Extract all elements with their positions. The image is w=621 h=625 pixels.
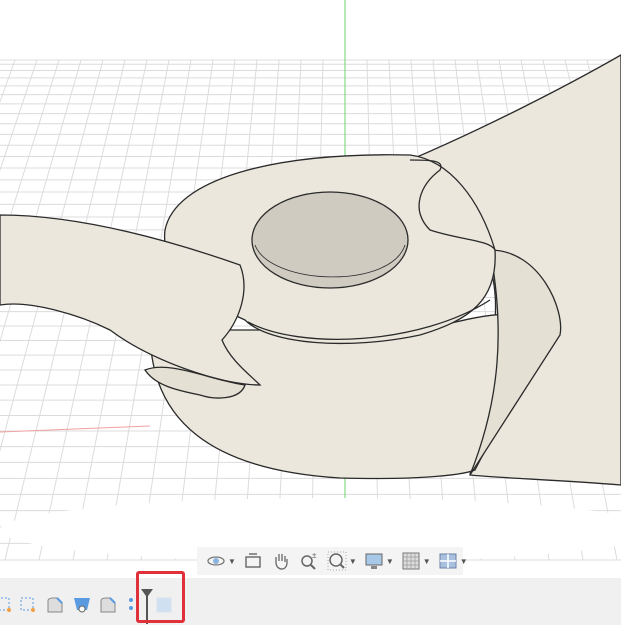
zoom-button[interactable]: ±	[298, 550, 320, 572]
zoom-icon: ±	[301, 551, 317, 570]
fillet-icon[interactable]	[98, 595, 118, 615]
fit-button[interactable]: ▼	[326, 550, 357, 572]
display-settings-icon	[365, 553, 383, 569]
viewports-button[interactable]: ▼	[437, 550, 468, 572]
chevron-down-icon[interactable]: ▼	[228, 557, 236, 566]
center-bore	[251, 191, 409, 289]
display-settings-button[interactable]: ▼	[363, 550, 394, 572]
timeline	[0, 578, 621, 625]
svg-text:±: ±	[312, 551, 317, 560]
chevron-down-icon[interactable]: ▼	[386, 557, 394, 566]
sketch-icon[interactable]	[18, 595, 38, 615]
navigation-toolbar: ▼ ± ▼ ▼ ▼ ▼	[197, 547, 468, 575]
chevron-down-icon[interactable]: ▼	[423, 557, 431, 566]
chevron-down-icon[interactable]: ▼	[460, 557, 468, 566]
pan-button[interactable]	[270, 550, 292, 572]
fillet-icon[interactable]	[45, 595, 65, 615]
viewports-icon	[439, 553, 457, 569]
chevron-down-icon[interactable]: ▼	[349, 557, 357, 566]
orbit-button[interactable]: ▼	[205, 550, 236, 572]
highlight-box	[136, 571, 185, 623]
shell-icon[interactable]	[72, 595, 92, 615]
look-at-button[interactable]	[242, 550, 264, 572]
pan-icon	[275, 554, 288, 570]
fit-icon	[327, 551, 347, 571]
sketch-icon[interactable]	[0, 595, 14, 615]
3d-viewport[interactable]	[0, 0, 621, 578]
grid-settings-button[interactable]: ▼	[400, 550, 431, 572]
orbit-icon	[207, 556, 225, 566]
timeline-drag-handle[interactable]	[126, 595, 136, 615]
model-canvas[interactable]	[0, 0, 621, 578]
propeller-model[interactable]	[0, 54, 621, 486]
look-at-icon	[245, 553, 261, 568]
grid-settings-icon	[402, 552, 420, 570]
